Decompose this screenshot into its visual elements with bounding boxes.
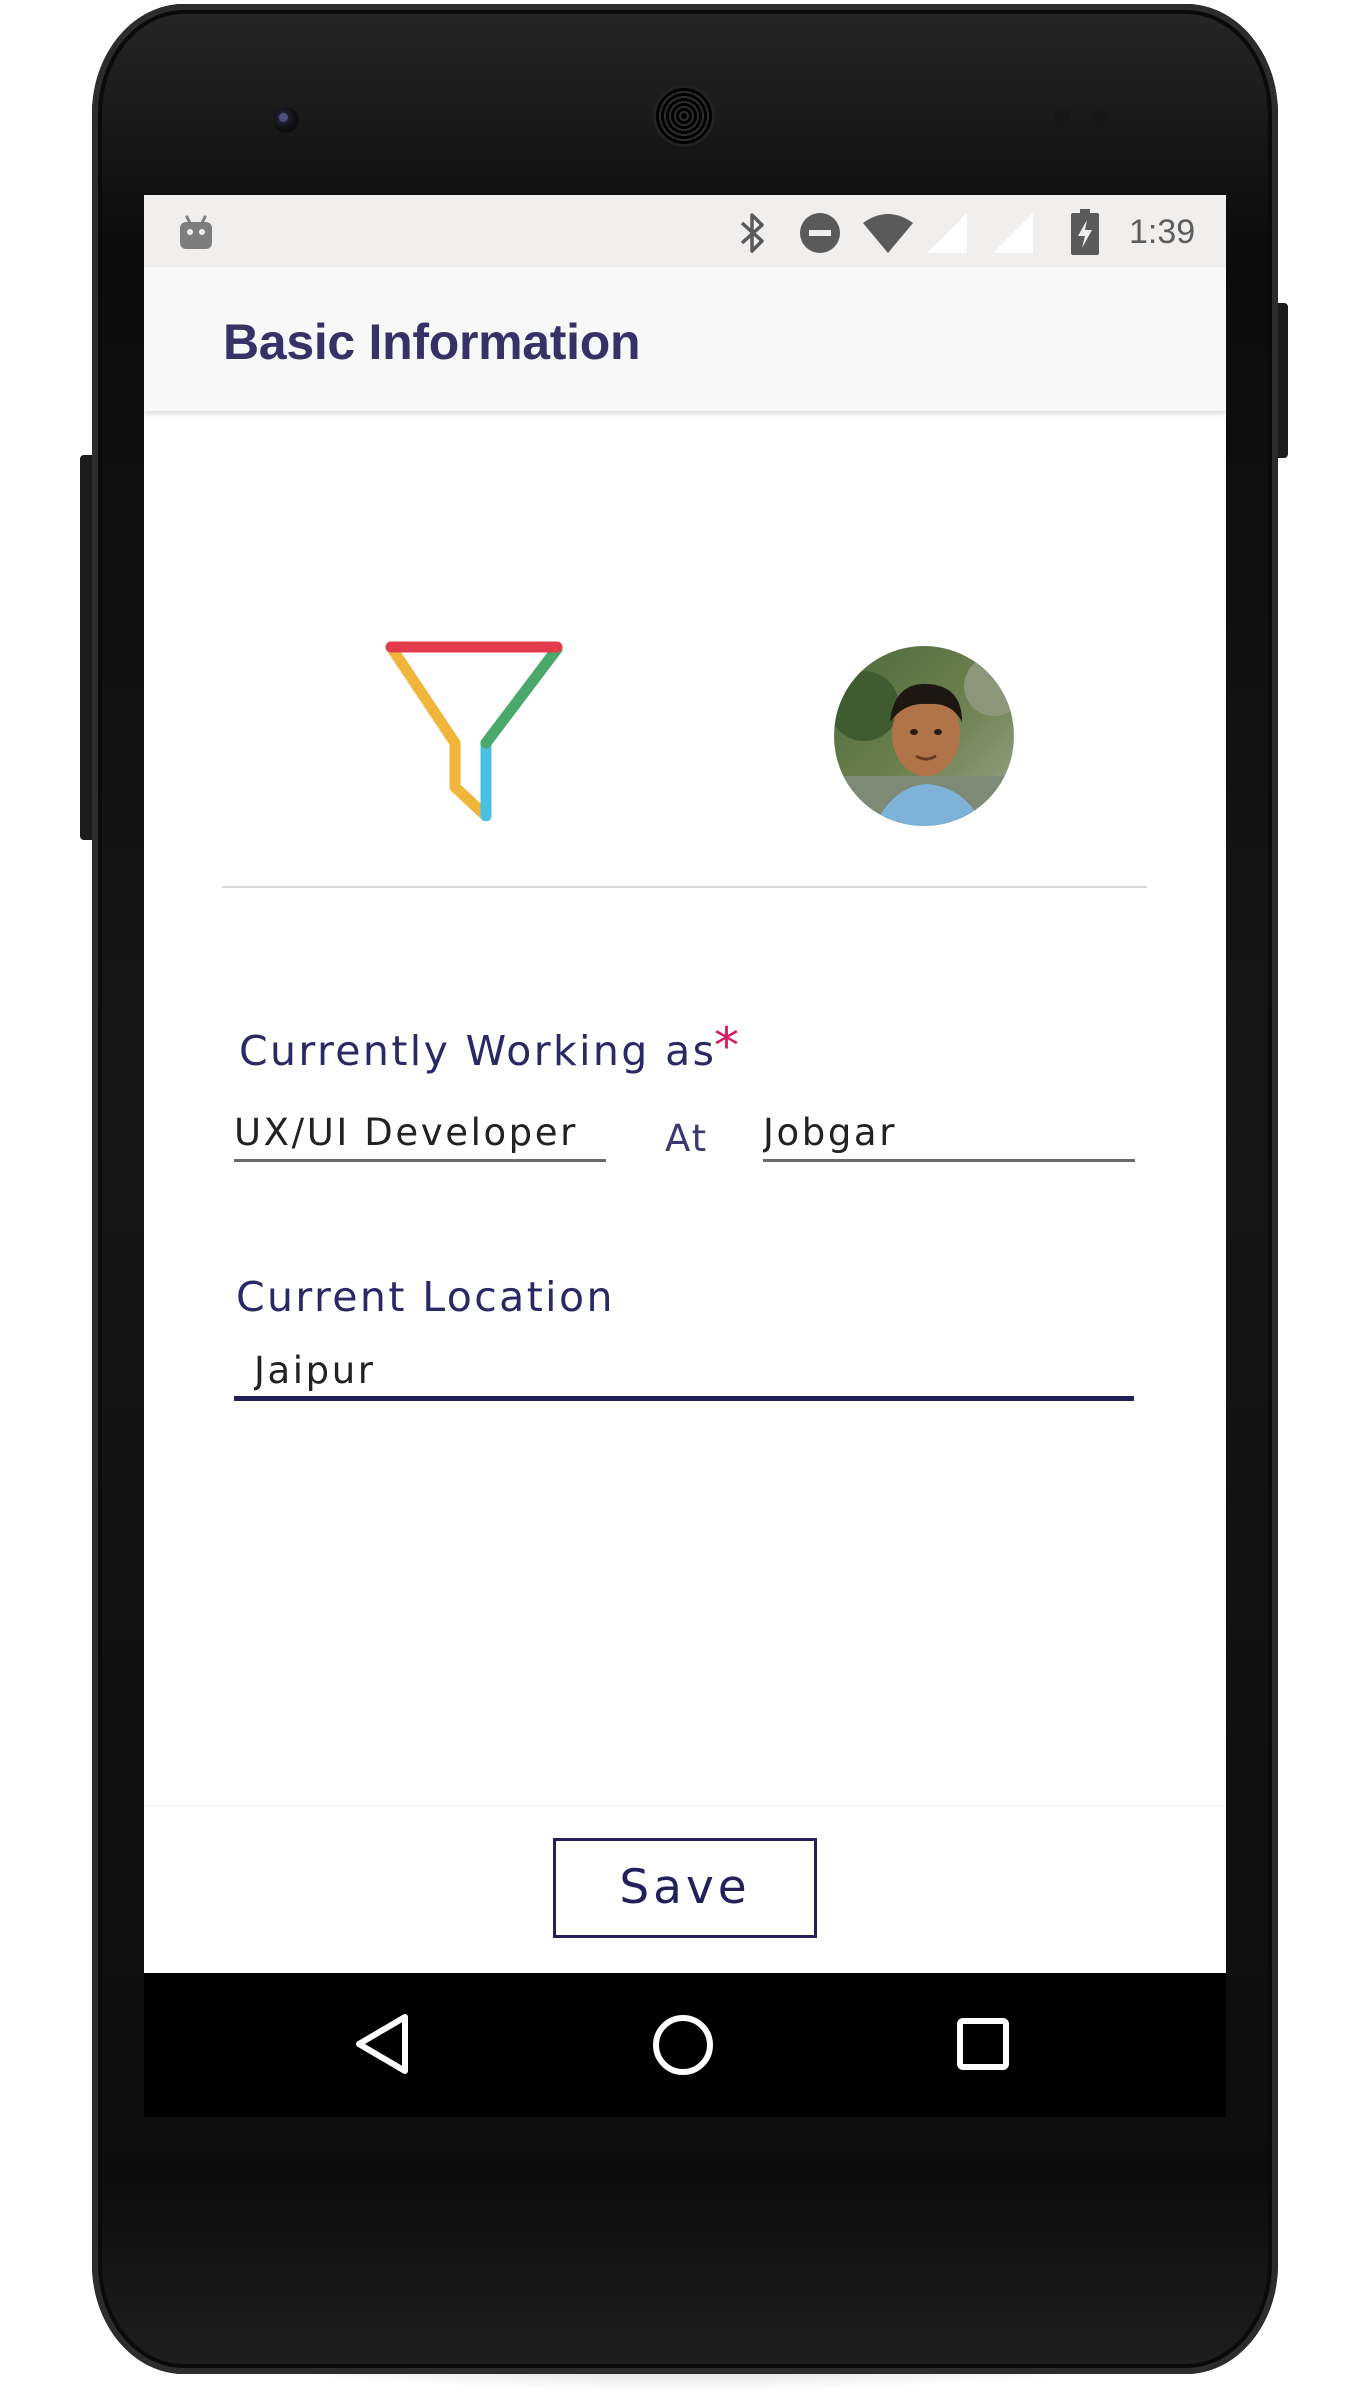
proximity-sensor <box>1054 110 1070 126</box>
save-button[interactable]: Save <box>553 1838 817 1938</box>
wifi-icon <box>863 214 913 253</box>
light-sensor <box>1092 110 1108 126</box>
earpiece-speaker <box>656 88 712 144</box>
do-not-disturb-icon <box>800 213 840 253</box>
divider <box>222 886 1147 888</box>
phone-screen: 1:39 Basic Information Currently Working… <box>144 195 1226 2117</box>
android-debug-icon <box>180 215 212 249</box>
battery-charging-icon <box>1071 209 1099 255</box>
front-camera <box>273 107 299 133</box>
job-title-input[interactable] <box>234 1105 606 1162</box>
profile-photo <box>834 646 1014 826</box>
required-indicator: * <box>714 1017 739 1075</box>
back-icon[interactable] <box>351 2011 417 2077</box>
page-title: Basic Information <box>223 314 641 370</box>
status-time: 1:39 <box>1129 213 1196 251</box>
recents-icon[interactable] <box>956 2017 1010 2071</box>
avatar[interactable] <box>834 646 1014 826</box>
home-icon[interactable] <box>652 2014 714 2076</box>
at-label: At <box>665 1117 709 1160</box>
brand-logo-icon <box>385 641 563 821</box>
signal-icon <box>993 213 1033 253</box>
bluetooth-icon <box>740 213 764 253</box>
location-input[interactable] <box>234 1345 1134 1401</box>
status-bar: 1:39 <box>144 195 1226 267</box>
working-as-label: Currently Working as <box>239 1027 717 1075</box>
company-input[interactable] <box>763 1105 1135 1162</box>
signal-icon <box>927 213 967 253</box>
action-bar: Save <box>144 1807 1226 1969</box>
current-location-label: Current Location <box>236 1273 615 1321</box>
app-bar: Basic Information <box>144 267 1226 411</box>
navigation-bar <box>144 1973 1226 2117</box>
